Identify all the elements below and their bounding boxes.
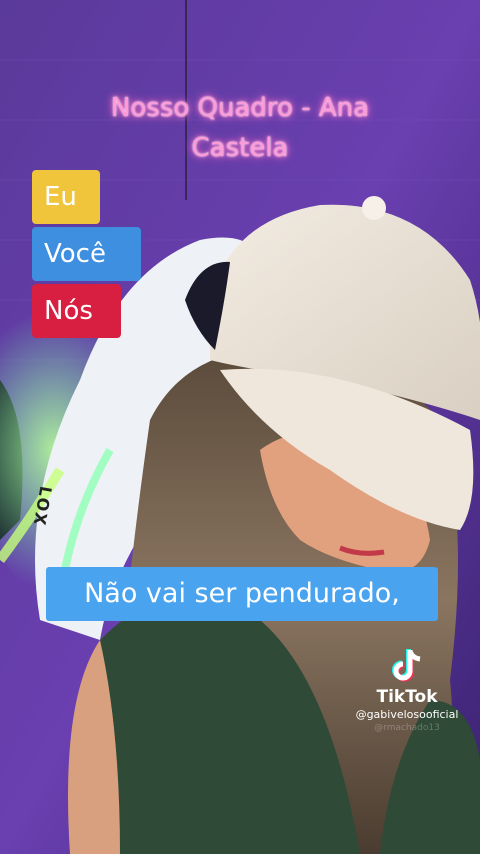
song-title: Nosso Quadro - Ana Castela	[60, 88, 420, 168]
legend-chip-eu: Eu	[32, 170, 100, 224]
legend-chip-voce: Você	[32, 227, 141, 281]
legend-chip-nos: Nós	[32, 284, 121, 338]
tiktok-logo-icon	[390, 648, 424, 684]
song-title-line1: Nosso Quadro - Ana	[110, 93, 370, 123]
lyrics-caption: Não vai ser pendurado,	[46, 567, 438, 621]
song-title-line2: Castela	[191, 133, 289, 163]
tiktok-username: @gabivelosooficial	[355, 708, 459, 721]
tiktok-brand: TikTok	[376, 687, 438, 707]
faded-username: @rmachado13	[374, 723, 440, 733]
tiktok-watermark: TikTok @gabivelosooficial @rmachado13	[342, 648, 472, 734]
